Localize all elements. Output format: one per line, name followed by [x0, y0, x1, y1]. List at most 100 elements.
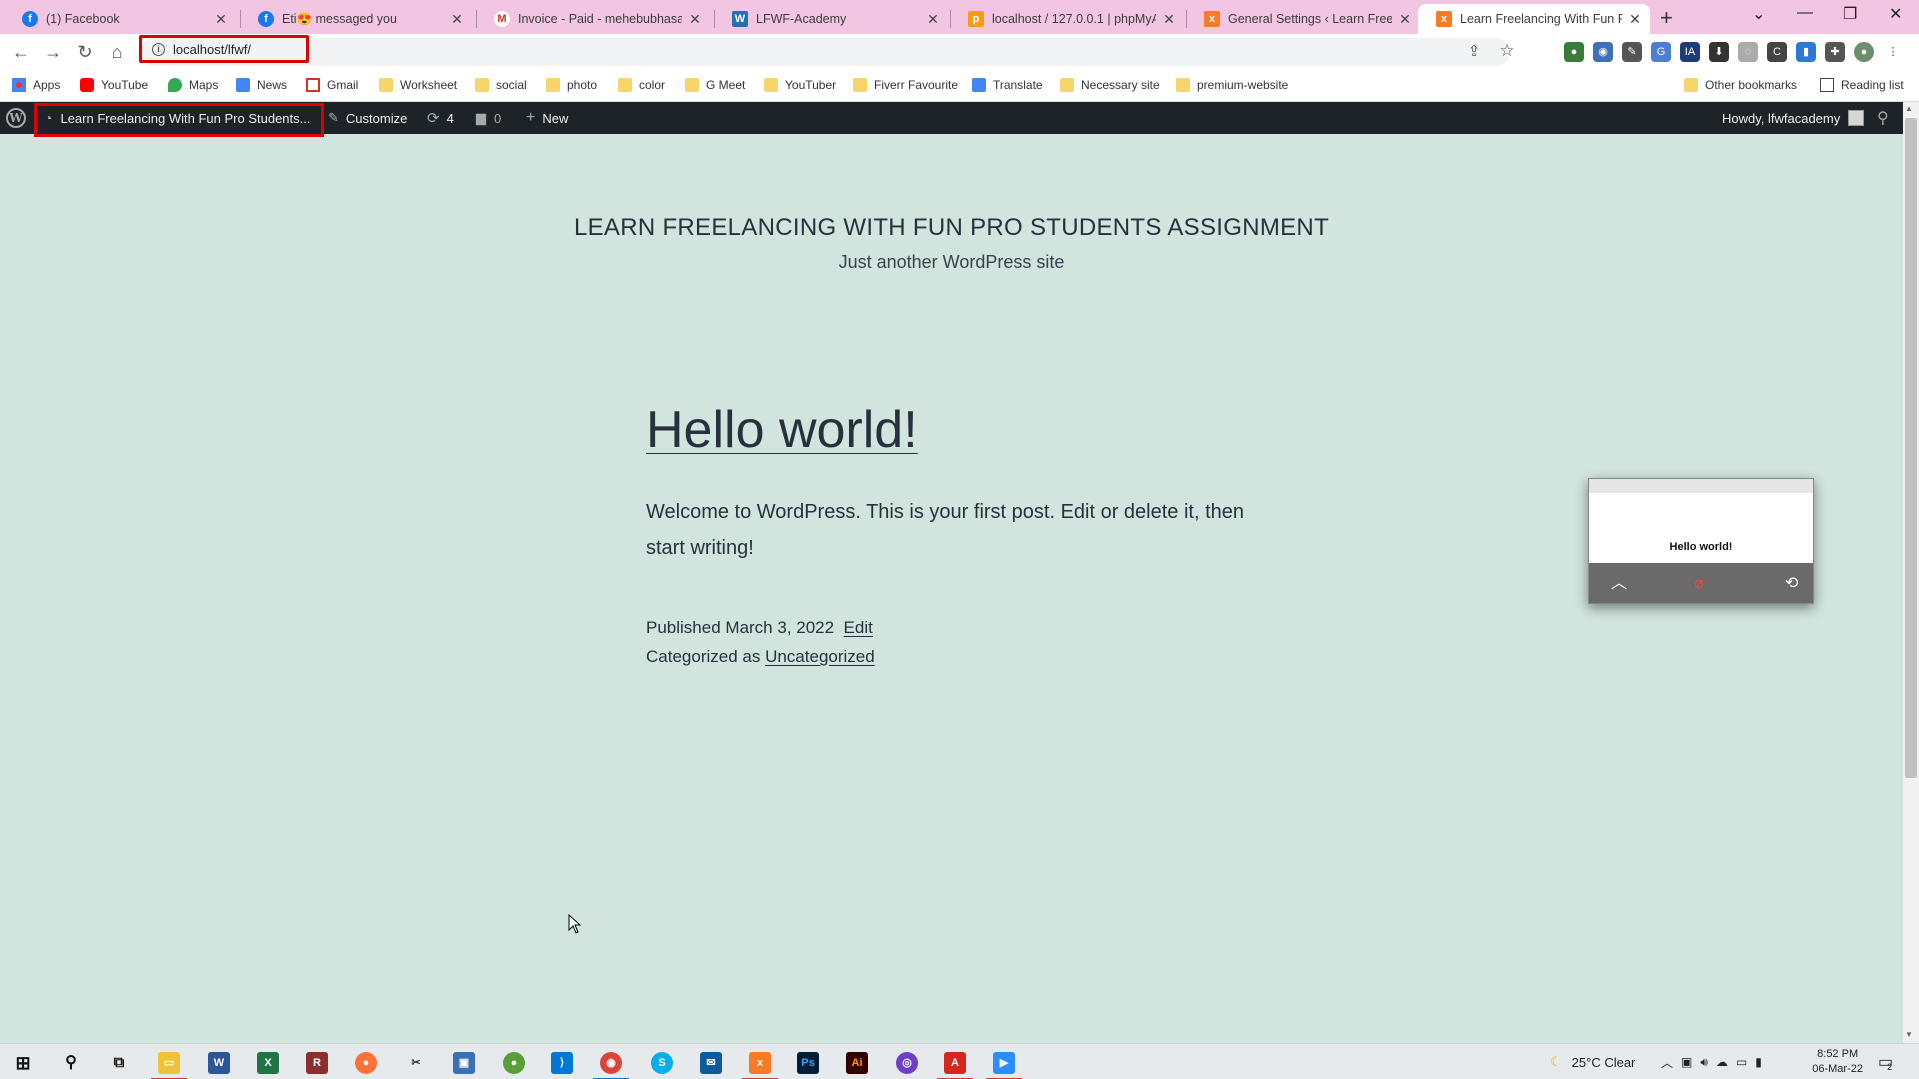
onedrive-icon[interactable]: ☁ — [1716, 1055, 1728, 1069]
bookmark-premium-website[interactable]: premium-website — [1176, 78, 1288, 92]
network-icon[interactable]: ▭ — [1736, 1055, 1747, 1069]
mail-icon[interactable]: ✉ — [700, 1052, 722, 1074]
bookmark-youtuber[interactable]: YouTuber — [764, 78, 836, 92]
scroll-down-icon[interactable]: ▼ — [1905, 1030, 1913, 1039]
post-title-link[interactable]: Hello world! — [646, 400, 918, 460]
extension-icon[interactable]: ◉ — [1593, 42, 1613, 62]
photoshop-icon[interactable]: Ps — [797, 1052, 819, 1074]
acrobat-icon[interactable]: A — [944, 1052, 966, 1074]
winrar-icon[interactable]: R — [306, 1052, 328, 1074]
bookmark-social[interactable]: social — [475, 78, 527, 92]
close-icon[interactable]: ✕ — [450, 11, 464, 28]
extension-icon[interactable]: ● — [1564, 42, 1584, 62]
chevron-up-icon[interactable]: ︿ — [1661, 1054, 1673, 1071]
forward-icon[interactable]: → — [42, 42, 64, 63]
reading-list[interactable]: Reading list — [1820, 78, 1904, 92]
window-close-icon[interactable]: ✕ — [1889, 4, 1902, 24]
scroll-up-icon[interactable]: ▲ — [1905, 104, 1913, 113]
bookmark-worksheet[interactable]: Worksheet — [379, 78, 457, 92]
tab-general-settings[interactable]: x General Settings ‹ Learn Freelan ✕ — [1186, 4, 1420, 34]
category-link[interactable]: Uncategorized — [765, 647, 875, 666]
snipping-tool-icon[interactable]: ✂ — [405, 1052, 427, 1074]
file-explorer-icon[interactable]: ▭ — [158, 1052, 180, 1074]
app-window-icon[interactable]: ▣ — [453, 1052, 475, 1074]
close-icon[interactable]: ✕ — [1162, 11, 1176, 28]
expand-icon[interactable]: ⟲ — [1785, 573, 1798, 593]
bookmark-apps[interactable]: Apps — [12, 78, 60, 92]
translate-extension-icon[interactable]: G — [1651, 42, 1671, 62]
tab-learn-freelancing[interactable]: x Learn Freelancing With Fun Pro ✕ — [1418, 4, 1650, 34]
close-icon[interactable]: ✕ — [214, 11, 228, 28]
back-icon[interactable]: ← — [10, 42, 32, 63]
edit-post-link[interactable]: Edit — [844, 618, 873, 637]
chrome-icon[interactable]: ◉ — [600, 1052, 622, 1074]
excel-icon[interactable]: X — [257, 1052, 279, 1074]
close-icon[interactable]: ✕ — [926, 11, 940, 28]
eyedropper-icon[interactable]: ✎ — [1622, 42, 1642, 62]
tab-lfwf-academy[interactable]: W LFWF-Academy ✕ — [714, 4, 948, 34]
extension-icon[interactable]: ◌ — [1738, 42, 1758, 62]
puzzle-icon[interactable]: ✚ — [1825, 42, 1845, 62]
menu-dots-icon[interactable]: ⋮ — [1883, 42, 1903, 62]
tab-gmail-invoice[interactable]: M Invoice - Paid - mehebubhasan6 ✕ — [476, 4, 710, 34]
green-app-icon[interactable]: ● — [503, 1052, 525, 1074]
skype-icon[interactable]: S — [651, 1052, 673, 1074]
weather-widget[interactable]: ☾ 25°C Clear — [1550, 1044, 1635, 1079]
my-account-menu[interactable]: Howdy, lfwfacademy — [1722, 102, 1865, 134]
share-icon[interactable]: ⇪ — [1463, 42, 1485, 60]
tab-messenger[interactable]: f Eti😍 messaged you ✕ — [240, 4, 472, 34]
download-extension-icon[interactable]: ⬇ — [1709, 42, 1729, 62]
vscode-icon[interactable]: ⟩ — [551, 1052, 573, 1074]
search-icon[interactable]: ⚲ — [60, 1052, 82, 1074]
bookmark-color[interactable]: color — [618, 78, 665, 92]
zoom-icon[interactable]: ▶ — [993, 1052, 1015, 1074]
reload-icon[interactable]: ↻ — [74, 42, 96, 63]
windows-start-icon[interactable]: ⊞ — [12, 1052, 34, 1074]
illustrator-icon[interactable]: Ai — [846, 1052, 868, 1074]
word-icon[interactable]: W — [208, 1052, 230, 1074]
task-view-icon[interactable]: ⧉ — [108, 1052, 130, 1074]
tab-search-icon[interactable]: ⌄ — [1752, 4, 1765, 24]
minimize-icon[interactable]: — — [1797, 4, 1813, 22]
updates-link[interactable]: ⟳ 4 — [427, 102, 454, 134]
bookmark-fiverr-favourite[interactable]: Fiverr Favourite — [853, 78, 958, 92]
bookmark-photo[interactable]: photo — [546, 78, 597, 92]
taskbar-clock[interactable]: 8:52 PM 06-Mar-22 — [1812, 1047, 1863, 1077]
tab-facebook[interactable]: f (1) Facebook ✕ — [4, 4, 236, 34]
chevron-up-icon[interactable]: ︿ — [1611, 569, 1627, 593]
search-icon[interactable]: ⚲ — [1877, 102, 1889, 134]
bookmark-necessary-site[interactable]: Necessary site — [1060, 78, 1160, 92]
close-icon[interactable]: ✕ — [1398, 11, 1412, 28]
xampp-icon[interactable]: x — [749, 1052, 771, 1074]
floating-preview-window[interactable]: Hello world! ︿ ⌀ ⟲ — [1588, 478, 1814, 604]
home-icon[interactable]: ⌂ — [106, 42, 128, 63]
address-bar[interactable] — [140, 38, 1510, 66]
bookmark-maps[interactable]: Maps — [168, 78, 218, 92]
notification-center[interactable]: ▭ 2 — [1878, 1044, 1893, 1079]
extension-icon[interactable]: ▮ — [1796, 42, 1816, 62]
tab-phpmyadmin[interactable]: p localhost / 127.0.0.1 | phpMyAd ✕ — [950, 4, 1184, 34]
bookmark-news[interactable]: News — [236, 78, 287, 92]
site-title[interactable]: LEARN FREELANCING WITH FUN PRO STUDENTS … — [0, 214, 1903, 242]
github-desktop-icon[interactable]: ◎ — [896, 1052, 918, 1074]
wp-logo-menu[interactable]: W — [6, 102, 26, 134]
new-content-menu[interactable]: + New — [526, 102, 568, 134]
volume-icon[interactable]: 🔊︎ — [1700, 1055, 1708, 1070]
css-extension-icon[interactable]: C — [1767, 42, 1787, 62]
mic-muted-icon[interactable]: ⌀ — [1694, 573, 1704, 593]
bookmark-gmail[interactable]: Gmail — [306, 78, 358, 92]
bookmark-star-icon[interactable]: ☆ — [1496, 41, 1518, 61]
ia-extension-icon[interactable]: IA — [1680, 42, 1700, 62]
device-icon[interactable]: ▣ — [1681, 1055, 1692, 1069]
bookmark-other[interactable]: Other bookmarks — [1684, 78, 1797, 92]
scroll-thumb[interactable] — [1905, 118, 1917, 778]
close-icon[interactable]: ✕ — [1628, 11, 1642, 28]
new-tab-icon[interactable]: + — [1660, 5, 1673, 31]
comments-link[interactable]: ▆ 0 — [476, 102, 501, 134]
microphone-icon[interactable]: ▮ — [1755, 1055, 1762, 1069]
bookmark-youtube[interactable]: YouTube — [80, 78, 148, 92]
bookmark-translate[interactable]: Translate — [972, 78, 1043, 92]
customize-link[interactable]: ✎ Customize — [328, 102, 407, 134]
restore-icon[interactable]: ❐ — [1843, 4, 1857, 24]
profile-avatar[interactable]: ● — [1854, 42, 1874, 62]
